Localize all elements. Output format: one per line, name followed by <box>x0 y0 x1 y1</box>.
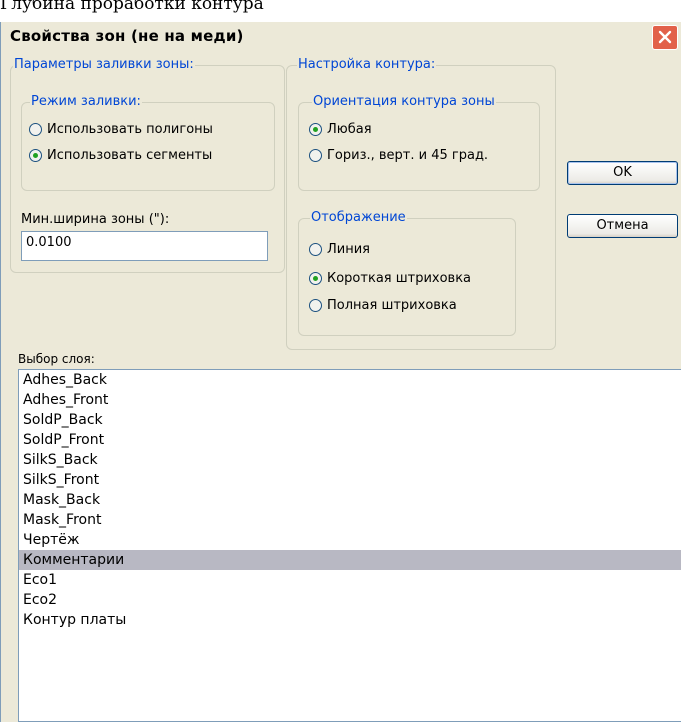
radio-circle <box>29 123 42 136</box>
zone-properties-dialog: Свойства зон (не на меди) Параметры зали… <box>0 22 681 722</box>
layer-listbox[interactable]: Adhes_Back Adhes_Front SoldP_Back SoldP_… <box>18 369 681 722</box>
radio-circle <box>29 149 42 162</box>
radio-circle <box>309 272 322 285</box>
radio-label: Использовать сегменты <box>47 148 213 163</box>
layer-select-label: Выбор слоя: <box>18 352 95 366</box>
orientation-legend: Ориентация контура зоны <box>312 94 496 109</box>
display-group: Отображение Линия Короткая штриховка Пол… <box>298 210 516 336</box>
outline-settings-legend: Настройка контура: <box>297 57 437 72</box>
list-item[interactable]: Контур платы <box>19 610 681 630</box>
document-background: Глубина проработки контура <box>0 0 681 22</box>
list-item[interactable]: Adhes_Front <box>19 390 681 410</box>
list-item[interactable]: SoldP_Back <box>19 410 681 430</box>
close-button[interactable] <box>652 25 678 50</box>
radio-label: Линия <box>327 242 370 257</box>
min-width-label: Мин.ширина зоны ("): <box>21 212 170 227</box>
list-item[interactable]: SoldP_Front <box>19 430 681 450</box>
list-item[interactable]: Eco2 <box>19 590 681 610</box>
top-text-fragment: Глубина проработки контура <box>0 0 264 14</box>
radio-selected-dot <box>33 153 38 158</box>
list-item[interactable]: Mask_Front <box>19 510 681 530</box>
radio-label: Короткая штриховка <box>327 271 472 286</box>
list-item[interactable]: SilkS_Back <box>19 450 681 470</box>
list-item-selected[interactable]: Комментарии <box>19 550 681 570</box>
title-bar: Свойства зон (не на меди) <box>1 22 681 52</box>
list-item[interactable]: Eco1 <box>19 570 681 590</box>
radio-label: Полная штриховка <box>327 298 457 313</box>
ok-button[interactable]: OK <box>567 161 678 185</box>
orientation-group: Ориентация контура зоны Любая Гориз., ве… <box>298 94 540 191</box>
fill-mode-group: Режим заливки: Использовать полигоны Исп… <box>21 94 275 191</box>
list-item[interactable]: Mask_Back <box>19 490 681 510</box>
radio-circle <box>309 123 322 136</box>
list-item[interactable]: Чертёж <box>19 530 681 550</box>
radio-label: Гориз., верт. и 45 град. <box>327 148 489 163</box>
cancel-button[interactable]: Отмена <box>567 214 678 238</box>
radio-selected-dot <box>313 127 318 132</box>
fill-params-legend: Параметры заливки зоны: <box>13 57 195 72</box>
list-item[interactable]: Adhes_Back <box>19 370 681 390</box>
radio-label: Использовать полигоны <box>47 122 213 137</box>
radio-circle <box>309 243 322 256</box>
radio-circle <box>309 299 322 312</box>
radio-selected-dot <box>313 276 318 281</box>
dialog-title: Свойства зон (не на меди) <box>10 27 244 45</box>
outline-settings-group: Настройка контура: Ориентация контура зо… <box>286 57 556 350</box>
fill-mode-legend: Режим заливки: <box>30 94 142 109</box>
display-legend: Отображение <box>310 210 407 225</box>
fill-params-group: Параметры заливки зоны: Режим заливки: И… <box>10 57 285 273</box>
radio-label: Любая <box>327 122 372 137</box>
list-item[interactable]: SilkS_Front <box>19 470 681 490</box>
radio-circle <box>309 149 322 162</box>
min-width-input[interactable]: 0.0100 <box>21 231 268 261</box>
